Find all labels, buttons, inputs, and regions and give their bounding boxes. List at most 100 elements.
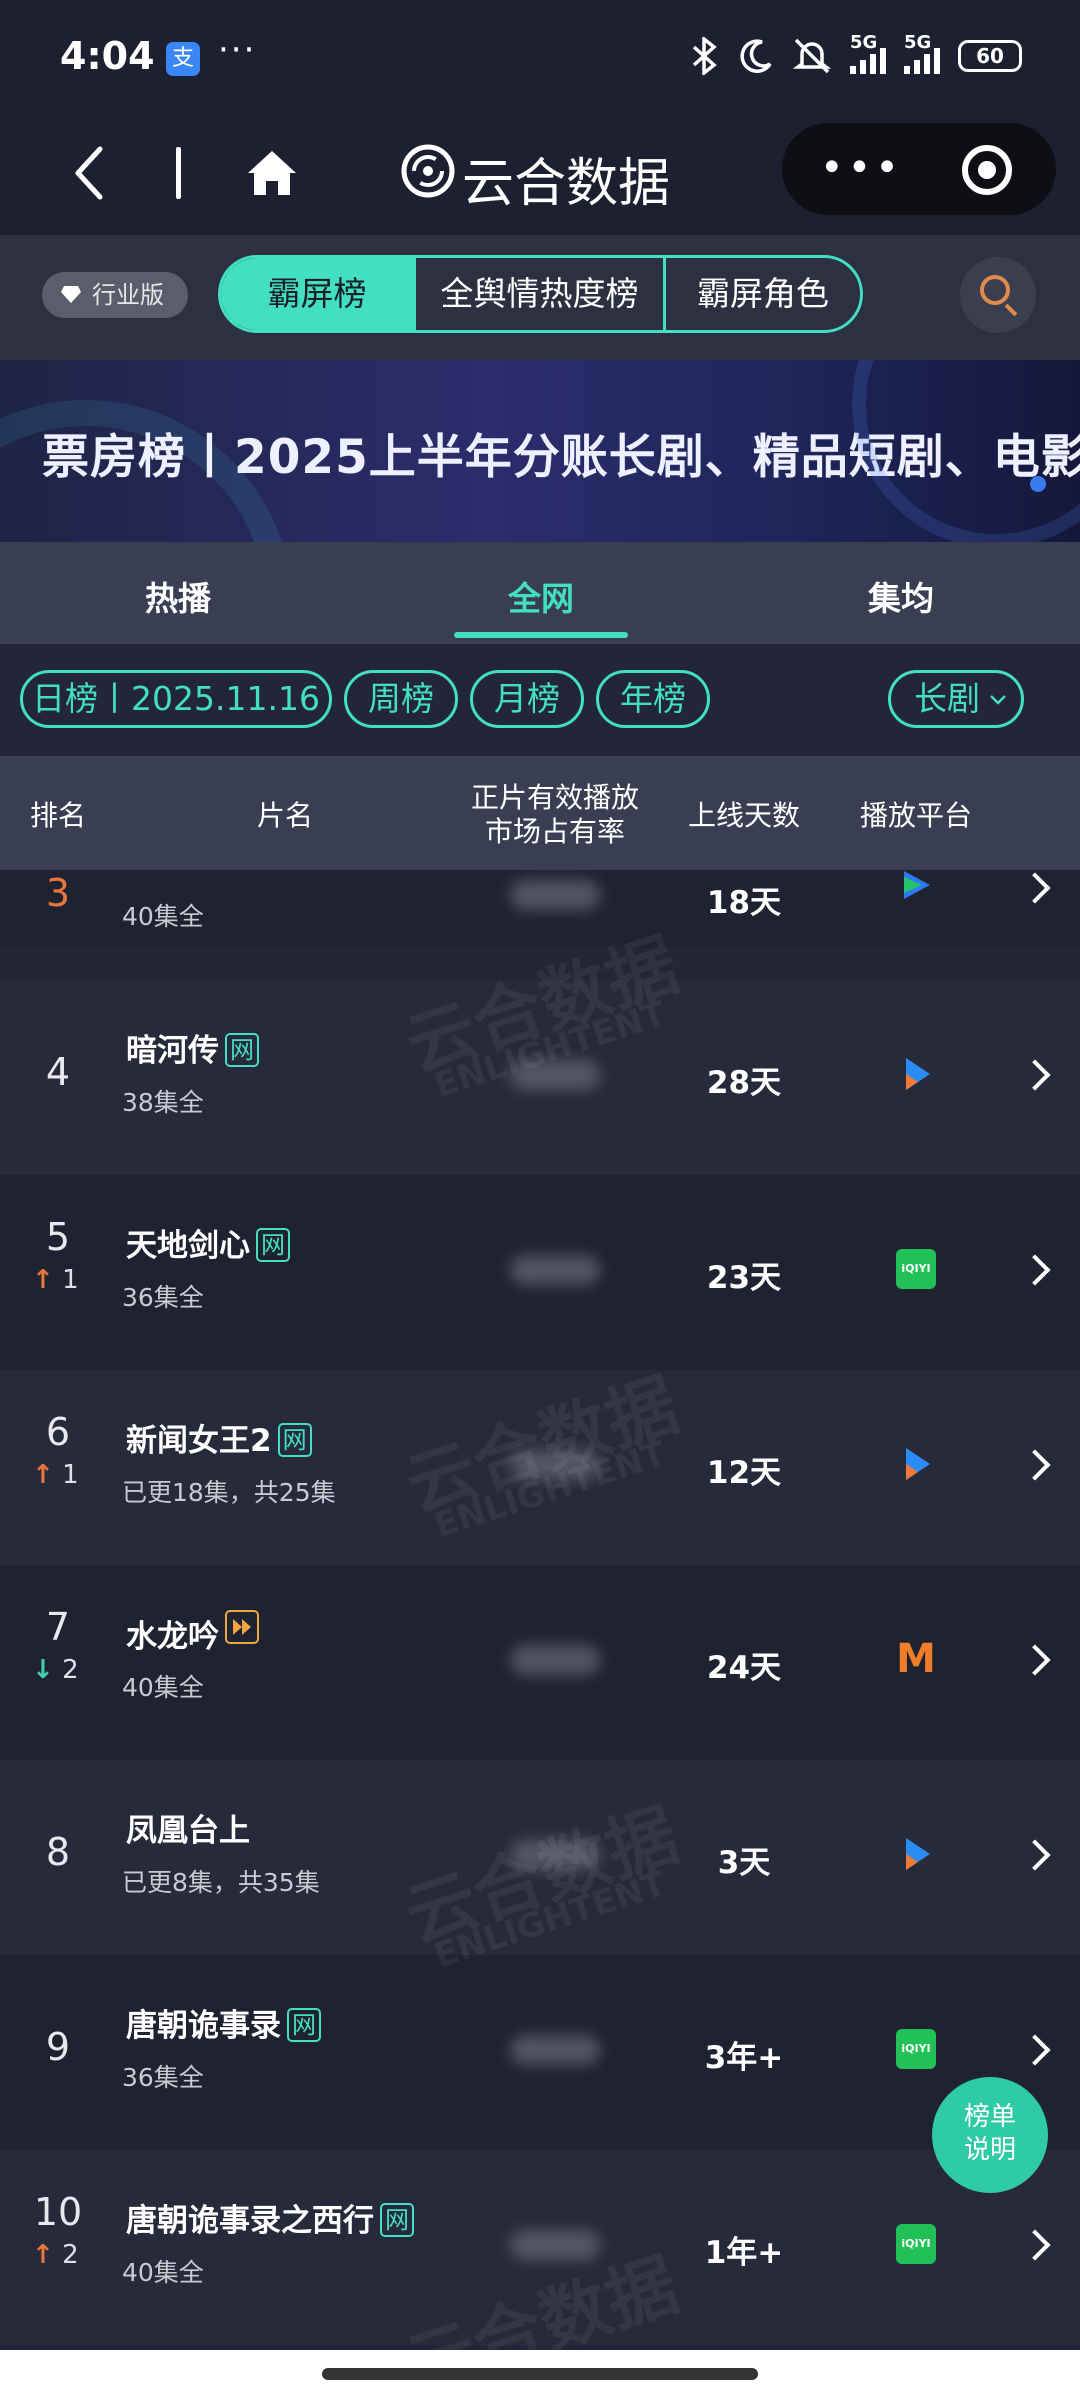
home-icon[interactable]: [244, 145, 300, 201]
header-title: 片名: [256, 799, 313, 832]
rank-change: ↑ 2: [32, 2240, 79, 2270]
divider: [176, 147, 181, 199]
market-share-value: [510, 2230, 600, 2260]
yunhe-logo-icon: [401, 144, 455, 198]
chevron-right-icon[interactable]: [1019, 1449, 1051, 1481]
ranking-type-bar: 行业版 霸屏榜 全舆情热度榜 霸屏角色: [0, 235, 1080, 360]
chevron-right-icon[interactable]: [1019, 1644, 1051, 1676]
online-days: 3天: [717, 1845, 771, 1881]
search-button[interactable]: [960, 257, 1036, 333]
drama-title: 唐朝诡事录网: [126, 2000, 321, 2045]
back-arrow-icon[interactable]: [70, 143, 110, 203]
table-row[interactable]: 10 ↑ 2 唐朝诡事录之西行网 40集全 1年+ iQIYI: [0, 2150, 1080, 2345]
arrow-up-icon: ↑: [32, 1265, 54, 1295]
tab-screen-dominance[interactable]: 霸屏榜: [221, 258, 416, 330]
table-row[interactable]: 3 40集全 18天: [0, 870, 1080, 948]
battery-icon: 60: [958, 40, 1022, 72]
system-nav-bar: [0, 2350, 1080, 2400]
chevron-right-icon[interactable]: [1019, 2229, 1051, 2261]
mute-bell-icon: [792, 38, 832, 74]
close-mini-program-icon[interactable]: [962, 145, 1012, 195]
mini-program-capsule: •••: [782, 123, 1056, 215]
rank-number: 6: [45, 1410, 71, 1454]
youku-icon: [906, 1058, 930, 1090]
tencent-video-icon: [904, 871, 930, 899]
drama-title-text: 水龙吟: [126, 1619, 219, 1655]
web-drama-tag: 网: [277, 1423, 312, 1457]
drama-type-dropdown[interactable]: 长剧: [888, 670, 1024, 728]
diamond-icon: [61, 286, 81, 303]
table-header: 排名 片名 正片有效播放 市场占有率 上线天数 播放平台: [0, 756, 1080, 870]
alipay-icon: 支: [166, 42, 200, 76]
drama-title-text: 暗河传: [126, 1033, 219, 1069]
table-row[interactable]: 7 ↓ 2 水龙吟 40集全 24天 M: [0, 1565, 1080, 1760]
episode-count: 40集全: [122, 2258, 204, 2287]
table-row[interactable]: 8 凤凰台上 已更8集，共35集 3天: [0, 1760, 1080, 1955]
weekly-ranking-chip[interactable]: 周榜: [344, 670, 458, 728]
rank-change: ↓ 2: [32, 1655, 79, 1685]
signal-icon: 5G: [850, 32, 886, 74]
chevron-right-icon[interactable]: [1019, 1254, 1051, 1286]
episode-count: 40集全: [122, 1673, 204, 1702]
drama-title-text: 凤凰台上: [126, 1813, 250, 1849]
drama-title: 凤凰台上: [126, 1805, 250, 1850]
market-share-value: [510, 1255, 600, 1285]
chevron-right-icon[interactable]: [1019, 2034, 1051, 2066]
iqiyi-icon: iQIYI: [896, 2224, 936, 2264]
table-row[interactable]: 5 ↑ 1 天地剑心网 36集全 23天 iQIYI: [0, 1175, 1080, 1370]
chevron-right-icon[interactable]: [1019, 1839, 1051, 1871]
promo-banner[interactable]: 票房榜丨2025上半年分账长剧、精品短剧、电影: [0, 360, 1080, 542]
home-indicator[interactable]: [322, 2368, 758, 2380]
fast-forward-tag-icon: [225, 1610, 259, 1644]
tab-all-network[interactable]: 全网: [441, 572, 641, 620]
chevron-right-icon[interactable]: [1019, 872, 1051, 904]
drama-type-label: 长剧: [914, 679, 980, 718]
industry-edition-badge[interactable]: 行业版: [42, 272, 188, 318]
title-bar: 云合数据 •••: [0, 115, 1080, 235]
drama-title: 新闻女王2 网: [126, 1415, 312, 1460]
tab-per-episode[interactable]: 集均: [801, 572, 1001, 620]
daily-ranking-chip[interactable]: 日榜丨2025.11.16: [20, 670, 332, 728]
tab-dominant-roles[interactable]: 霸屏角色: [666, 258, 860, 330]
rank-number: 8: [45, 1830, 71, 1874]
banner-indicator: [1030, 476, 1046, 492]
episode-count: 36集全: [122, 2063, 204, 2092]
online-days: 28天: [706, 1065, 782, 1101]
iqiyi-icon: iQIYI: [896, 2029, 936, 2069]
chevron-right-icon[interactable]: [1019, 1059, 1051, 1091]
online-days: 3年+: [704, 2040, 784, 2076]
rank-change-value: 2: [62, 2240, 79, 2270]
monthly-ranking-chip[interactable]: 月榜: [470, 670, 584, 728]
industry-edition-label: 行业版: [92, 281, 164, 309]
web-drama-tag: 网: [287, 2008, 321, 2042]
drama-title: 水龙吟: [126, 1610, 259, 1656]
arrow-up-icon: ↑: [32, 1460, 54, 1490]
tab-hot[interactable]: 热播: [78, 572, 278, 620]
drama-title-text: 唐朝诡事录之西行: [126, 2203, 374, 2239]
moon-icon: [740, 39, 772, 73]
table-row[interactable]: 6 ↑ 1 新闻女王2 网 已更18集，共25集 12天: [0, 1370, 1080, 1565]
episode-count: 36集全: [122, 1283, 204, 1312]
rank-change-value: 2: [62, 1655, 79, 1685]
rank-number: 10: [33, 2190, 83, 2234]
app-title: 云合数据: [462, 154, 671, 214]
period-filter: 日榜丨2025.11.16 周榜 月榜 年榜 长剧: [0, 644, 1080, 756]
mango-tv-icon: M: [896, 1636, 936, 1682]
rank-number: 5: [45, 1215, 71, 1259]
rank-change-value: 1: [62, 1460, 79, 1490]
market-share-value: [510, 1450, 600, 1480]
ranking-explanation-button[interactable]: 榜单 说明: [932, 2077, 1048, 2193]
online-days: 23天: [706, 1260, 782, 1296]
fab-line2: 说明: [963, 2135, 1016, 2165]
tab-public-opinion[interactable]: 全舆情热度榜: [416, 258, 666, 330]
table-row[interactable]: 4 暗河传网 38集全 28天: [0, 980, 1080, 1175]
table-row[interactable]: 9 唐朝诡事录网 36集全 3年+ iQIYI: [0, 1955, 1080, 2150]
arrow-down-icon: ↓: [32, 1655, 54, 1685]
yearly-ranking-chip[interactable]: 年榜: [596, 670, 710, 728]
header-platform: 播放平台: [859, 799, 972, 832]
more-menu-icon[interactable]: •••: [820, 145, 903, 191]
online-days: 18天: [706, 885, 782, 921]
network-type-2: 5G: [904, 32, 932, 53]
drama-title-text: 天地剑心: [126, 1228, 250, 1264]
arrow-up-icon: ↑: [32, 2240, 54, 2270]
